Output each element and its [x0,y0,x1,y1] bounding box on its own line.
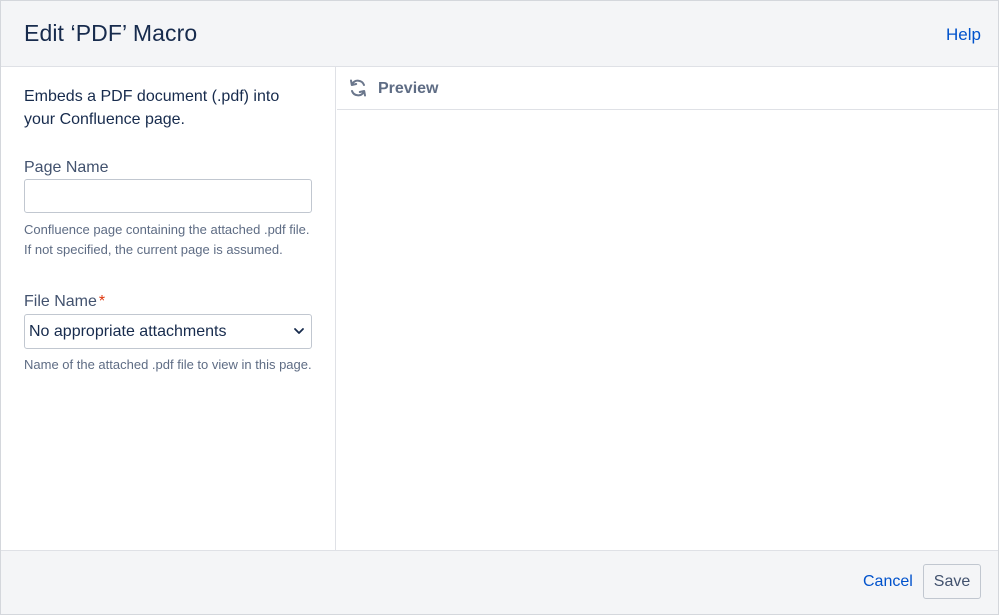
cancel-button[interactable]: Cancel [863,573,913,591]
page-name-label: Page Name [24,159,109,176]
macro-description: Embeds a PDF document (.pdf) into your C… [24,88,280,128]
refresh-icon[interactable] [348,78,368,98]
preview-header: Preview [337,67,998,110]
chevron-down-icon [294,328,304,334]
macro-parameters-panel: Embeds a PDF document (.pdf) into your C… [1,67,336,550]
dialog-title: Edit ‘PDF’ Macro [24,20,198,46]
file-name-label: File Name * [24,293,105,311]
file-name-selected-value: No appropriate attachments [29,323,227,340]
required-marker: * [98,293,106,310]
page-name-input[interactable] [24,179,312,213]
file-name-select[interactable]: No appropriate attachments [24,314,312,349]
help-link[interactable]: Help [946,25,981,45]
page-name-help-text: Confluence page containing the attached … [24,222,310,257]
file-name-label-text: File Name [24,293,97,310]
macro-dialog: Edit ‘PDF’ Macro Help Embeds a PDF docum… [0,0,999,615]
preview-area [337,111,998,550]
save-button[interactable]: Save [923,564,981,599]
preview-panel: Preview [337,67,998,550]
file-name-help-text: Name of the attached .pdf file to view i… [24,357,312,372]
dialog-footer: Cancel Save [1,550,998,614]
dialog-header: Edit ‘PDF’ Macro Help [1,1,998,67]
preview-title: Preview [378,80,439,97]
